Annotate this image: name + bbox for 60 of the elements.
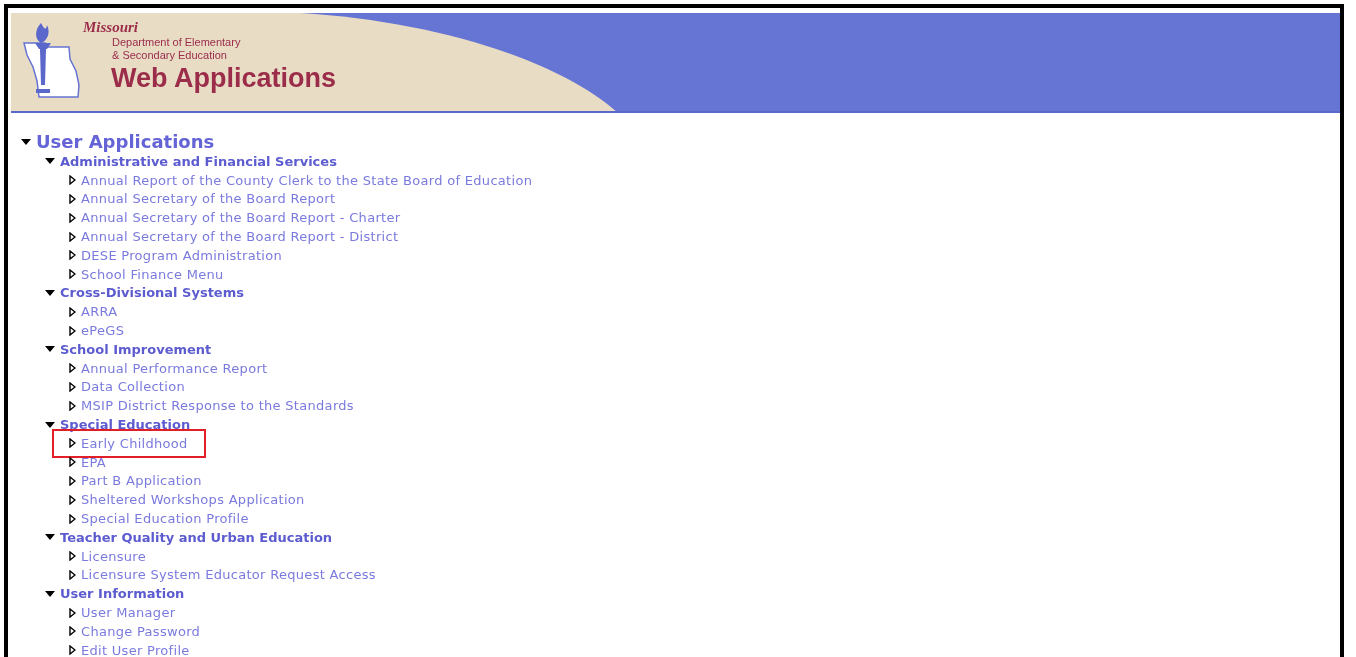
collapsed-arrow-icon[interactable] <box>69 457 76 468</box>
application-link[interactable]: School Finance Menu <box>81 266 224 282</box>
application-link[interactable]: Annual Report of the County Clerk to the State Board of Education <box>81 172 533 188</box>
application-link[interactable]: Sheltered Workshops Application <box>81 492 305 508</box>
collapsed-arrow-icon[interactable] <box>69 381 76 392</box>
collapsed-arrow-icon[interactable] <box>69 363 76 374</box>
collapsed-arrow-icon[interactable] <box>69 194 76 204</box>
expanded-arrow-icon[interactable] <box>45 590 55 597</box>
collapsed-arrow-icon[interactable] <box>69 513 76 524</box>
page-title: Web Applications <box>111 62 337 94</box>
collapsed-arrow-icon[interactable] <box>69 212 76 223</box>
collapsed-arrow-icon[interactable] <box>69 306 76 317</box>
state-name: Missouri <box>83 19 140 36</box>
application-link[interactable]: Annual Performance Report <box>81 360 268 376</box>
expanded-arrow-icon[interactable] <box>21 138 31 145</box>
collapsed-arrow-icon[interactable] <box>69 269 76 280</box>
department-name: Department of Elementary <box>112 36 242 49</box>
collapsed-arrow-icon[interactable] <box>69 551 76 562</box>
collapsed-arrow-icon[interactable] <box>69 231 76 242</box>
application-link[interactable]: Annual Secretary of the Board Report - District <box>81 229 399 245</box>
tree-root-link[interactable]: User Applications <box>36 131 215 152</box>
category-link[interactable]: Cross-Divisional Systems <box>60 285 244 301</box>
application-link[interactable]: Special Education Profile <box>81 511 249 527</box>
application-link[interactable]: Edit User Profile <box>81 642 190 657</box>
expanded-arrow-icon[interactable] <box>45 289 55 296</box>
collapsed-arrow-icon[interactable] <box>69 626 76 637</box>
collapsed-arrow-icon[interactable] <box>69 250 76 261</box>
application-link[interactable]: ePeGS <box>81 323 125 339</box>
application-link[interactable]: User Manager <box>81 605 176 620</box>
department-name: & Secondary Education <box>112 49 228 62</box>
category-link[interactable]: User Information <box>60 586 185 602</box>
application-link[interactable]: MSIP District Response to the Standards <box>81 398 354 414</box>
collapsed-arrow-icon[interactable] <box>69 438 76 449</box>
application-link[interactable]: EPA <box>81 454 106 470</box>
collapsed-arrow-icon[interactable] <box>69 607 76 618</box>
expanded-arrow-icon[interactable] <box>45 346 55 353</box>
application-link[interactable]: DESE Program Administration <box>81 247 283 263</box>
expanded-arrow-icon[interactable] <box>45 421 55 428</box>
category-link[interactable]: Special Education <box>60 417 191 433</box>
application-link[interactable]: Data Collection <box>81 379 185 395</box>
expanded-arrow-icon[interactable] <box>45 534 55 541</box>
collapsed-arrow-icon[interactable] <box>69 325 76 336</box>
application-link[interactable]: Part B Application <box>81 473 202 489</box>
application-link[interactable]: Change Password <box>81 623 201 639</box>
expanded-arrow-icon[interactable] <box>45 158 55 165</box>
collapsed-arrow-icon[interactable] <box>69 475 76 486</box>
collapsed-arrow-icon[interactable] <box>69 175 76 186</box>
collapsed-arrow-icon[interactable] <box>69 645 76 656</box>
application-link[interactable]: Early Childhood <box>81 435 188 451</box>
application-link[interactable]: Licensure System Educator Request Access <box>81 567 376 583</box>
application-link[interactable]: Licensure <box>81 548 146 564</box>
category-link[interactable]: Teacher Quality and Urban Education <box>60 529 333 545</box>
application-link[interactable]: Annual Secretary of the Board Report <box>81 191 336 207</box>
collapsed-arrow-icon[interactable] <box>69 569 76 580</box>
category-link[interactable]: Administrative and Financial Services <box>60 153 337 169</box>
collapsed-arrow-icon[interactable] <box>69 494 76 505</box>
application-link[interactable]: Annual Secretary of the Board Report - Charter <box>81 210 401 226</box>
collapsed-arrow-icon[interactable] <box>69 400 76 411</box>
category-link[interactable]: School Improvement <box>60 341 212 357</box>
application-link[interactable]: ARRA <box>81 304 118 320</box>
